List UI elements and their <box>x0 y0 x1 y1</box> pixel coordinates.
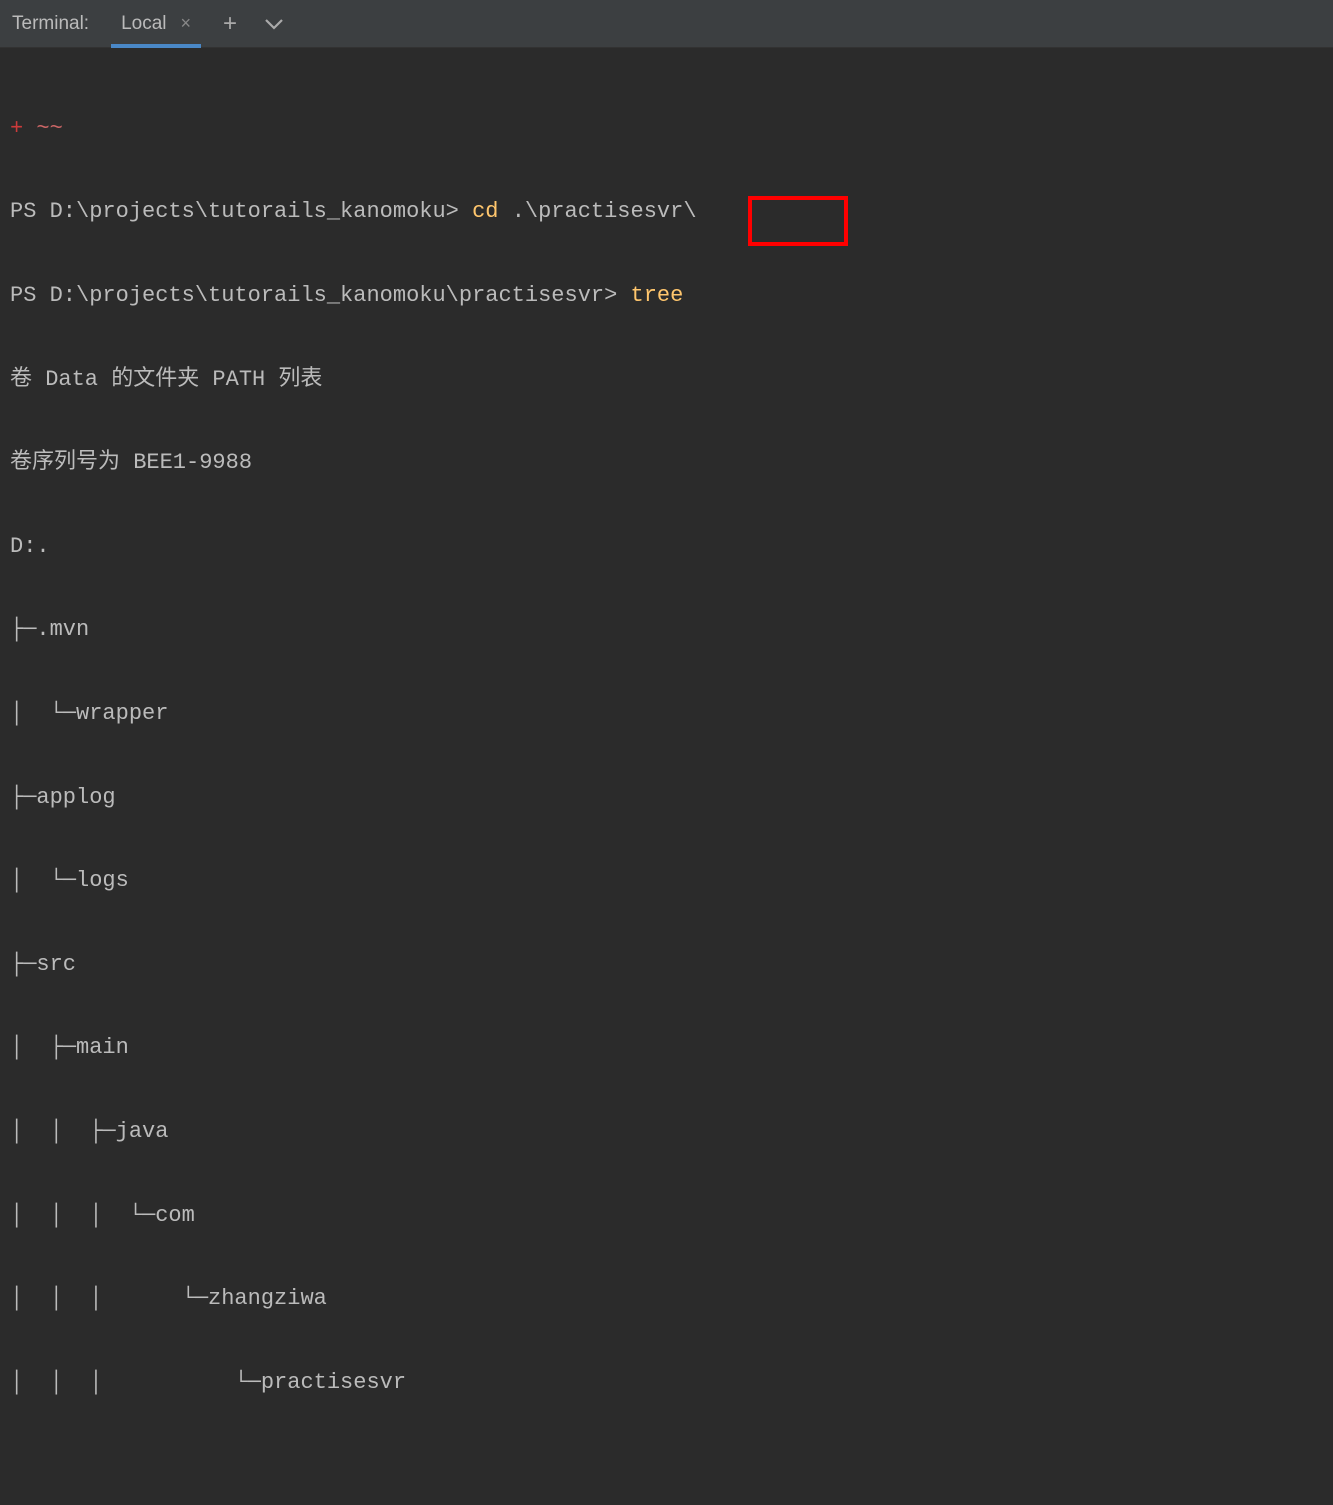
output-line: ├─applog <box>10 777 1323 819</box>
output-line: + ~~ <box>10 108 1323 150</box>
output-line: │ ├─main <box>10 1027 1323 1069</box>
close-icon[interactable]: × <box>181 13 192 34</box>
output-line: │ └─logs <box>10 860 1323 902</box>
output-line: │ │ │ └─com <box>10 1195 1323 1237</box>
output-line: PS D:\projects\tutorails_kanomoku\practi… <box>10 275 1323 317</box>
output-line: 卷 Data 的文件夹 PATH 列表 <box>10 359 1323 401</box>
tab-label: Local <box>121 13 166 35</box>
output-line: ├─src <box>10 944 1323 986</box>
output-line: │ │ ├─java <box>10 1111 1323 1153</box>
chevron-down-icon[interactable] <box>265 18 283 30</box>
output-line: │ └─wrapper <box>10 693 1323 735</box>
terminal-header: Terminal: Local × + <box>0 0 1333 48</box>
tab-local[interactable]: Local × <box>117 0 195 47</box>
plus-icon[interactable]: + <box>223 10 237 38</box>
terminal-output[interactable]: + ~~ PS D:\projects\tutorails_kanomoku> … <box>0 48 1333 1505</box>
terminal-title: Terminal: <box>12 13 89 35</box>
output-line: ├─.mvn <box>10 609 1323 651</box>
output-line: PS D:\projects\tutorails_kanomoku> cd .\… <box>10 191 1323 233</box>
output-line: D:. <box>10 526 1323 568</box>
output-line: 卷序列号为 BEE1-9988 <box>10 442 1323 484</box>
output-line: │ │ │ └─practisesvr <box>10 1362 1323 1404</box>
output-line: │ │ │ └─zhangziwa <box>10 1278 1323 1320</box>
